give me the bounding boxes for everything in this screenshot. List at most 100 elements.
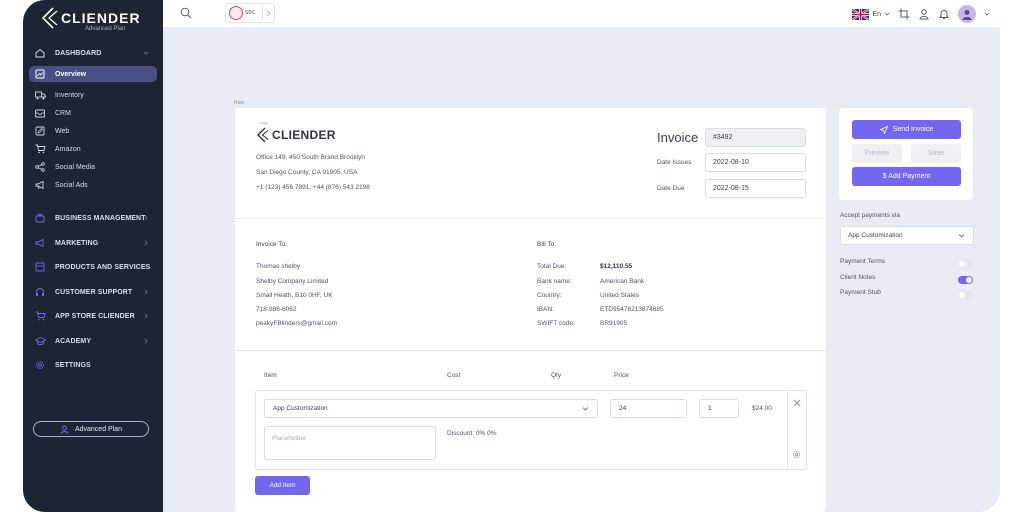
add-item-button[interactable]: Add Item [255,476,310,495]
sidebar-item-web[interactable]: Web [29,124,157,138]
column-header-cost: Cost [447,372,461,379]
sidebar-item-label: Social Media [55,163,96,171]
home-icon [33,48,47,58]
invoice-title: Invoice [657,130,699,145]
close-icon[interactable] [793,399,801,407]
search-icon[interactable] [180,7,192,19]
box-icon [33,262,47,272]
sidebar-item-settings[interactable]: SETTINGS [29,357,157,373]
invoice-to-title: Invoice To: [256,241,287,248]
client-notes-toggle[interactable] [958,276,973,284]
sidebar-item-label: BUSINESS MANAGEMENT [55,214,146,222]
chevron-down-icon[interactable] [984,11,990,17]
bill-to-title: Bill To: [537,241,557,248]
toggle-knob [966,277,972,283]
add-payment-button[interactable]: $ Add Payment [852,167,961,186]
sidebar-item-marketing[interactable]: MARKETING [29,235,157,251]
sidebar-item-app-store-cliender[interactable]: APP STORE CLIENDER [29,308,157,324]
sidebar-item-label: Inventory [55,91,84,99]
invoice-number-field[interactable]: #3492 [705,128,806,147]
divider [235,218,826,219]
chevron-right-icon [266,10,271,17]
bill-to-label: IBAN: [537,306,554,313]
bill-to-label: SWIFT code: [537,320,575,327]
language-code: En [872,10,881,18]
date-issues-field[interactable]: 2022-08-10 [705,153,806,172]
bell-icon[interactable] [938,8,950,20]
sidebar-item-inventory[interactable]: Inventory [29,88,157,102]
invoice-card: Logo CLIENDER Office 149, 450 South Bran… [235,108,826,512]
chevron-right-icon [144,215,148,221]
sidebar-item-label: ACADEMY [55,337,92,345]
sidebar-item-customer-support[interactable]: CUSTOMER SUPPORT [29,284,157,300]
language-selector[interactable]: En [852,8,890,20]
brand-logo[interactable]: CLIENDER Advanced Plan [41,5,151,35]
toggle-knob [959,261,965,267]
plan-button-label: Advanced Plan [74,425,123,433]
send-icon [879,125,888,134]
preview-button[interactable]: Preview [852,144,902,163]
sidebar-item-academy[interactable]: ACADEMY [29,333,157,349]
address-line: San Diego County, CA 91905, USA [256,169,358,176]
sidebar-item-label: CUSTOMER SUPPORT [55,288,133,296]
item-select[interactable]: App Customization [264,399,598,418]
payment-terms-toggle[interactable] [958,260,973,268]
truck-icon [33,90,47,100]
sidebar-item-social-ads[interactable]: Social Ads [29,178,157,192]
qty-input[interactable]: 1 [699,399,739,418]
topbar: SBC En [163,0,1000,27]
total-due-value: $12,110.55 [600,263,633,270]
brand-plan: Advanced Plan [85,26,126,32]
invoice-to-line: Shelby Company Limited [256,278,329,285]
avatar[interactable] [958,5,976,23]
sidebar-item-label: SETTINGS [55,361,91,369]
sidebar-item-label: Social Ads [55,181,88,189]
sidebar-item-label: PRODUCTS AND SERVICES [55,263,151,271]
organization-logo [229,6,243,20]
chevron-right-icon [144,289,148,295]
logo-label: Logo [259,120,268,125]
divider [787,391,788,469]
bill-to-value: American Bank [600,278,645,285]
brand-name: CLIENDER [61,10,141,26]
row-label: Row [234,100,245,106]
description-textarea[interactable]: Placeholder [264,426,436,460]
bill-to-label: Bank name: [537,278,572,285]
sidebar-item-amazon[interactable]: Amazon [29,142,157,156]
invoice-to-line: Thomas shelby [256,263,301,270]
sidebar: CLIENDER Advanced Plan DASHBOARD Overvie… [23,0,163,512]
graduation-icon [33,336,47,346]
advanced-plan-button[interactable]: Advanced Plan [33,421,149,437]
sidebar-item-crm[interactable]: CRM [29,106,157,120]
organization-name: SBC [245,10,256,16]
date-due-label: Date Due [657,185,685,192]
sidebar-item-products-and-services[interactable]: PRODUCTS AND SERVICES [29,259,157,275]
invoice-to-line: 718-986-6062 [256,306,297,313]
save-button[interactable]: Save [911,144,961,163]
cost-input[interactable]: 24 [610,399,687,418]
gear-icon[interactable] [792,450,801,459]
users-icon[interactable] [918,8,930,20]
sidebar-item-dashboard[interactable]: DASHBOARD [29,45,157,61]
sidebar-item-social-media[interactable]: Social Media [29,160,157,174]
payment-stub-toggle[interactable] [958,291,973,299]
date-due-field[interactable]: 2022-08-15 [705,179,806,198]
edit-icon [33,126,47,136]
date-issues-label: Date Issues [657,159,692,166]
chevron-down-icon [958,234,965,238]
divider [235,350,826,351]
headset-icon [33,287,47,297]
organization-switcher[interactable]: SBC [225,3,275,23]
chevron-right-icon [144,240,148,246]
chevron-down-icon [884,12,890,16]
send-invoice-button[interactable]: Send Invoice [852,120,961,139]
share-icon [33,162,47,172]
payment-stub-row: Payment Stub [840,289,974,301]
item-select-value: App Customization [273,405,328,412]
sidebar-item-overview[interactable]: Overview [29,66,157,82]
bill-to-value: United States [600,292,640,299]
sidebar-item-label: MARKETING [55,239,99,247]
crop-icon[interactable] [898,8,910,20]
payment-method-select[interactable]: App Customization [840,226,974,245]
sidebar-item-business-management[interactable]: BUSINESS MANAGEMENT [29,210,157,226]
